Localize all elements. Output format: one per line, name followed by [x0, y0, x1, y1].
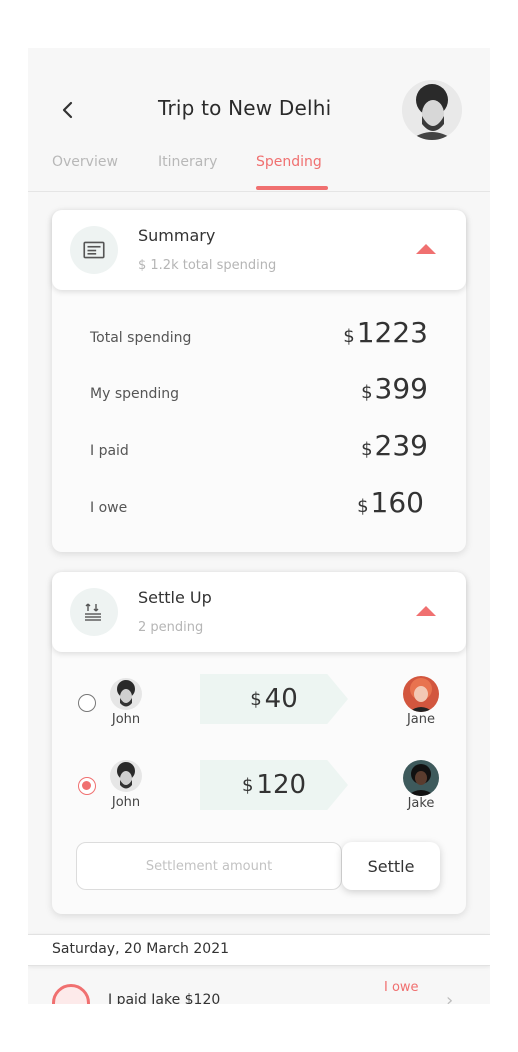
date-header: Saturday, 20 March 2021: [28, 934, 490, 966]
user-avatar[interactable]: [402, 80, 462, 140]
cash-icon: [52, 984, 90, 1004]
total-spending-label: Total spending: [90, 330, 192, 346]
tab-overview[interactable]: Overview: [52, 154, 118, 170]
i-paid-label: I paid: [90, 443, 129, 459]
i-paid-value: $239: [361, 429, 428, 462]
settlement-amount-input[interactable]: [76, 842, 342, 890]
i-owe-value: $160: [357, 486, 424, 519]
tab-itinerary[interactable]: Itinerary: [158, 154, 217, 170]
settle-up-title: Settle Up: [138, 588, 212, 607]
back-button[interactable]: [58, 100, 78, 120]
settle-button[interactable]: Settle: [342, 842, 440, 890]
settle-up-subtitle: 2 pending: [138, 620, 204, 635]
settle-amount: $120: [200, 760, 348, 810]
settle-radio-2[interactable]: [78, 777, 96, 795]
collapse-caret-icon[interactable]: [416, 244, 436, 254]
chevron-left-icon: [62, 101, 73, 119]
john-avatar: [110, 760, 142, 792]
i-owe-label: I owe: [90, 500, 128, 516]
tab-bar: Overview Itinerary Spending: [28, 152, 490, 192]
jane-avatar: [403, 676, 439, 712]
summary-subtitle: $ 1.2k total spending: [138, 258, 277, 273]
app-screen: Trip to New Delhi Overview Itinerary Spe…: [28, 48, 490, 1004]
my-spending-label: My spending: [90, 386, 180, 402]
transaction-row[interactable]: I paid Jake $120 I owe ›: [28, 978, 490, 1004]
transfer-icon: [70, 588, 118, 636]
settle-up-header[interactable]: Settle Up 2 pending: [52, 572, 466, 652]
payer-name: John: [111, 795, 141, 810]
transaction-status: I owe: [384, 980, 419, 995]
payee-name: Jake: [407, 796, 435, 811]
john-avatar: [110, 678, 142, 710]
receipt-icon: [70, 226, 118, 274]
transaction-text: I paid Jake $120: [108, 992, 221, 1004]
settle-amount: $40: [200, 674, 348, 724]
settle-radio-1[interactable]: [78, 694, 96, 712]
summary-title: Summary: [138, 226, 216, 245]
total-spending-value: $1223: [343, 316, 428, 349]
user-avatar-image: [402, 80, 462, 140]
date-text: Saturday, 20 March 2021: [52, 941, 230, 957]
chevron-right-icon: ›: [446, 990, 454, 1004]
collapse-caret-icon[interactable]: [416, 606, 436, 616]
active-tab-indicator: [256, 186, 328, 190]
summary-header[interactable]: Summary $ 1.2k total spending: [52, 210, 466, 290]
my-spending-value: $399: [361, 372, 428, 405]
settle-up-card: Settle Up 2 pending John $40 Jane John $…: [52, 572, 466, 914]
tab-spending[interactable]: Spending: [256, 154, 322, 170]
payer-name: John: [111, 712, 141, 727]
summary-card: Summary $ 1.2k total spending Total spen…: [52, 210, 466, 552]
page-title: Trip to New Delhi: [158, 96, 332, 120]
payee-name: Jane: [406, 712, 436, 727]
jake-avatar: [403, 760, 439, 796]
